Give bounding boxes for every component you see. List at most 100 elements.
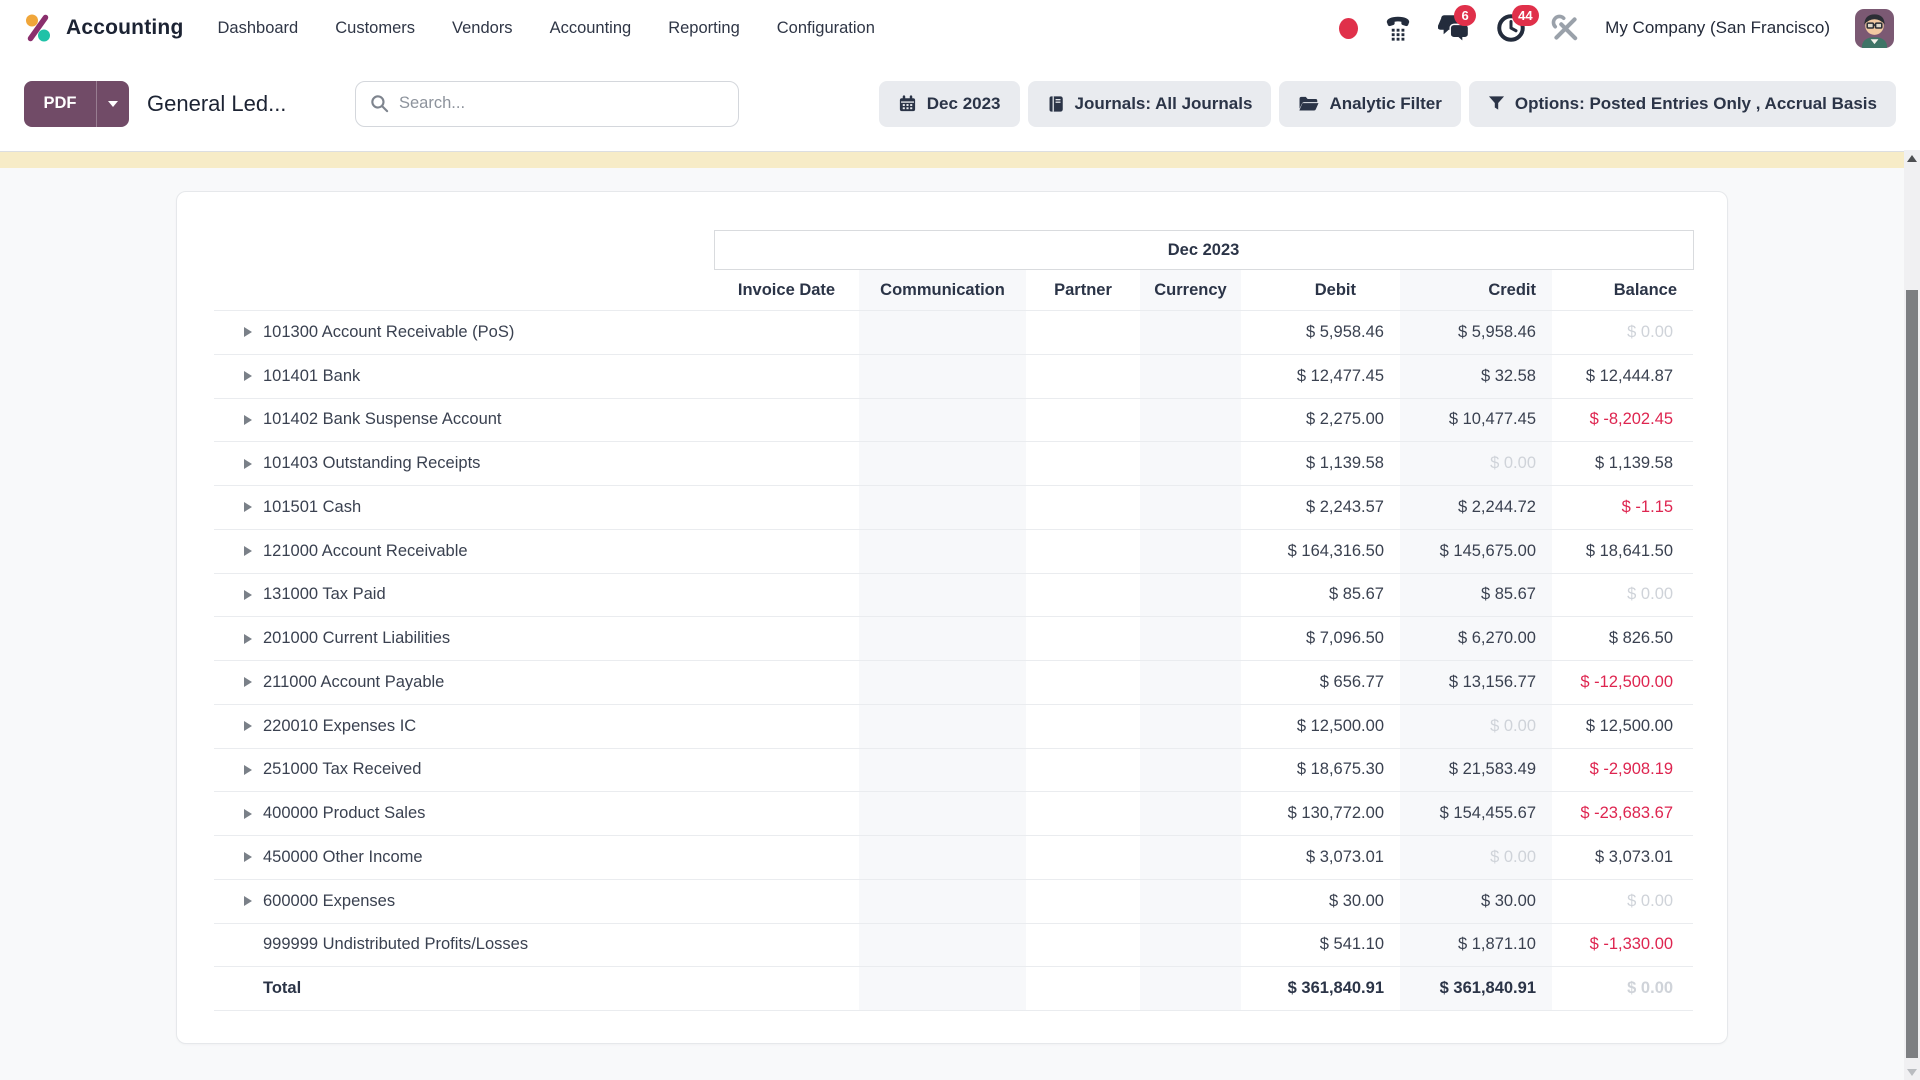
communication-cell bbox=[859, 879, 1026, 923]
expand-caret-icon[interactable] bbox=[244, 327, 252, 337]
invoice-date-cell bbox=[714, 923, 859, 967]
balance-cell: $ 0.00 bbox=[1552, 967, 1693, 1011]
general-ledger-table: Dec 2023 Invoice Date Communication Part… bbox=[214, 230, 1694, 1011]
account-name-cell[interactable]: 220010 Expenses IC bbox=[214, 704, 714, 748]
account-name-cell[interactable]: 101501 Cash bbox=[214, 486, 714, 530]
partner-cell bbox=[1026, 836, 1140, 880]
account-name: 999999 Undistributed Profits/Losses bbox=[263, 935, 528, 954]
account-name: 450000 Other Income bbox=[263, 848, 423, 867]
currency-cell bbox=[1140, 967, 1241, 1011]
account-row: 600000 Expenses$ 30.00$ 30.00$ 0.00 bbox=[214, 879, 1693, 923]
search-box bbox=[355, 81, 739, 127]
period-header: Dec 2023 bbox=[714, 231, 1693, 270]
menu-item-vendors[interactable]: Vendors bbox=[452, 19, 513, 38]
scrollbar-thumb[interactable] bbox=[1906, 290, 1918, 1058]
partner-cell bbox=[1026, 704, 1140, 748]
options-filter-button[interactable]: Options: Posted Entries Only , Accrual B… bbox=[1469, 81, 1896, 127]
expand-caret-icon[interactable] bbox=[244, 809, 252, 819]
credit-cell: $ 21,583.49 bbox=[1400, 748, 1552, 792]
analytic-filter-button[interactable]: Analytic Filter bbox=[1279, 81, 1460, 127]
debit-cell: $ 164,316.50 bbox=[1241, 529, 1400, 573]
filter-buttons: Dec 2023 Journals: All Journals Analytic… bbox=[879, 81, 1896, 127]
account-name-cell[interactable]: 251000 Tax Received bbox=[214, 748, 714, 792]
activities-clock-icon[interactable]: 44 bbox=[1496, 13, 1526, 43]
column-header-partner: Partner bbox=[1026, 270, 1140, 311]
expand-caret-icon[interactable] bbox=[244, 459, 252, 469]
period-filter-button[interactable]: Dec 2023 bbox=[879, 81, 1020, 127]
menu-item-reporting[interactable]: Reporting bbox=[668, 19, 740, 38]
voip-phone-icon[interactable] bbox=[1383, 13, 1413, 43]
menu-item-dashboard[interactable]: Dashboard bbox=[218, 19, 299, 38]
account-name-cell[interactable]: 101300 Account Receivable (PoS) bbox=[214, 311, 714, 355]
currency-cell bbox=[1140, 617, 1241, 661]
partner-cell bbox=[1026, 354, 1140, 398]
account-name-cell[interactable]: 201000 Current Liabilities bbox=[214, 617, 714, 661]
analytic-filter-label: Analytic Filter bbox=[1329, 94, 1441, 114]
presence-dot-icon[interactable] bbox=[1339, 18, 1358, 39]
column-header-credit: Credit bbox=[1400, 270, 1552, 311]
expand-caret-icon[interactable] bbox=[244, 502, 252, 512]
account-name-cell[interactable]: 101401 Bank bbox=[214, 354, 714, 398]
account-name-cell[interactable]: 600000 Expenses bbox=[214, 879, 714, 923]
messages-icon[interactable]: 6 bbox=[1438, 13, 1471, 43]
account-name-cell[interactable]: 131000 Tax Paid bbox=[214, 573, 714, 617]
account-name-cell[interactable]: 121000 Account Receivable bbox=[214, 529, 714, 573]
expand-caret-icon[interactable] bbox=[244, 721, 252, 731]
account-name-cell[interactable]: 101402 Bank Suspense Account bbox=[214, 398, 714, 442]
balance-cell: $ -1.15 bbox=[1552, 486, 1693, 530]
column-header-row: Invoice Date Communication Partner Curre… bbox=[214, 270, 1693, 311]
pdf-split-button: PDF bbox=[24, 81, 129, 127]
menu-item-configuration[interactable]: Configuration bbox=[777, 19, 875, 38]
partner-cell bbox=[1026, 923, 1140, 967]
expand-caret-icon[interactable] bbox=[244, 546, 252, 556]
communication-cell bbox=[859, 529, 1026, 573]
account-name: 211000 Account Payable bbox=[263, 673, 444, 692]
communication-cell bbox=[859, 748, 1026, 792]
communication-cell bbox=[859, 661, 1026, 705]
expand-caret-icon[interactable] bbox=[244, 634, 252, 644]
app-name[interactable]: Accounting bbox=[66, 16, 184, 40]
debug-tools-icon[interactable] bbox=[1551, 14, 1580, 43]
expand-caret-icon[interactable] bbox=[244, 765, 252, 775]
credit-cell: $ 5,958.46 bbox=[1400, 311, 1552, 355]
menu-item-customers[interactable]: Customers bbox=[335, 19, 415, 38]
credit-cell: $ 361,840.91 bbox=[1400, 967, 1552, 1011]
credit-cell: $ 154,455.67 bbox=[1400, 792, 1552, 836]
balance-cell: $ 3,073.01 bbox=[1552, 836, 1693, 880]
options-filter-label: Options: Posted Entries Only , Accrual B… bbox=[1515, 94, 1877, 114]
credit-cell: $ 0.00 bbox=[1400, 442, 1552, 486]
credit-cell: $ 6,270.00 bbox=[1400, 617, 1552, 661]
menu-item-accounting[interactable]: Accounting bbox=[550, 19, 632, 38]
account-name-cell[interactable]: 999999 Undistributed Profits/Losses bbox=[214, 923, 714, 967]
balance-cell: $ 0.00 bbox=[1552, 311, 1693, 355]
credit-cell: $ 2,244.72 bbox=[1400, 486, 1552, 530]
account-name-cell[interactable]: 450000 Other Income bbox=[214, 836, 714, 880]
balance-cell: $ 826.50 bbox=[1552, 617, 1693, 661]
expand-caret-icon[interactable] bbox=[244, 677, 252, 687]
account-name-cell[interactable]: 101403 Outstanding Receipts bbox=[214, 442, 714, 486]
accounting-app-logo-icon[interactable] bbox=[22, 12, 54, 44]
column-header-currency: Currency bbox=[1140, 270, 1241, 311]
journals-filter-button[interactable]: Journals: All Journals bbox=[1028, 81, 1272, 127]
user-avatar[interactable] bbox=[1855, 9, 1894, 48]
debit-cell: $ 130,772.00 bbox=[1241, 792, 1400, 836]
scroll-up-arrow-icon[interactable] bbox=[1907, 155, 1917, 162]
expand-caret-icon[interactable] bbox=[244, 852, 252, 862]
company-switcher[interactable]: My Company (San Francisco) bbox=[1605, 18, 1830, 38]
expand-caret-icon[interactable] bbox=[244, 590, 252, 600]
expand-caret-icon[interactable] bbox=[244, 896, 252, 906]
debit-cell: $ 3,073.01 bbox=[1241, 836, 1400, 880]
expand-caret-icon[interactable] bbox=[244, 371, 252, 381]
pdf-dropdown-button[interactable] bbox=[96, 81, 129, 127]
pdf-button[interactable]: PDF bbox=[24, 81, 96, 127]
scroll-down-arrow-icon[interactable] bbox=[1907, 1069, 1917, 1076]
account-name-cell[interactable]: 400000 Product Sales bbox=[214, 792, 714, 836]
account-name-cell[interactable]: 211000 Account Payable bbox=[214, 661, 714, 705]
account-row: 131000 Tax Paid$ 85.67$ 85.67$ 0.00 bbox=[214, 573, 1693, 617]
debit-cell: $ 12,500.00 bbox=[1241, 704, 1400, 748]
expand-caret-icon[interactable] bbox=[244, 415, 252, 425]
search-input[interactable] bbox=[399, 94, 724, 113]
credit-cell: $ 30.00 bbox=[1400, 879, 1552, 923]
account-row: 450000 Other Income$ 3,073.01$ 0.00$ 3,0… bbox=[214, 836, 1693, 880]
debit-cell: $ 12,477.45 bbox=[1241, 354, 1400, 398]
